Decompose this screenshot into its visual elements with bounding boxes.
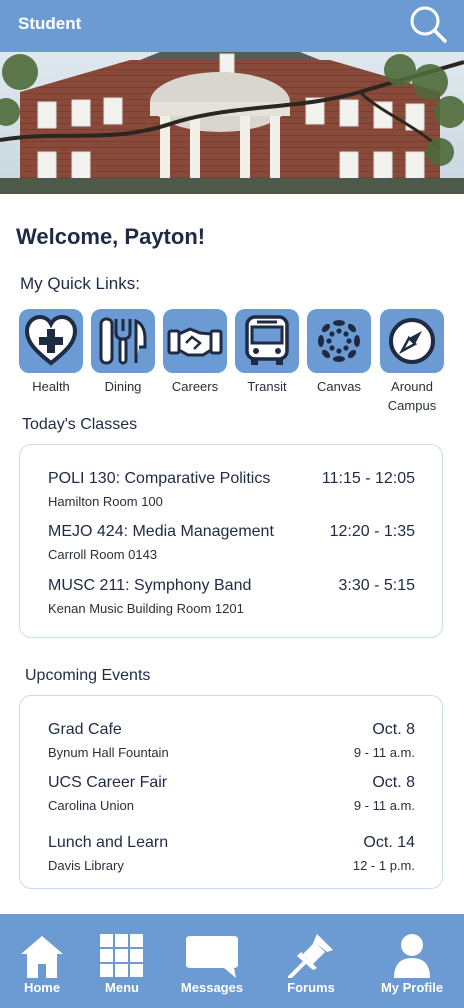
quick-link-dining[interactable]: Dining xyxy=(91,309,155,396)
nav-label: Forums xyxy=(287,980,335,995)
welcome-heading: Welcome, Payton! xyxy=(16,224,206,249)
class-name: MEJO 424: Media Management xyxy=(48,523,274,540)
classes-card: POLI 130: Comparative Politics Hamilton … xyxy=(19,444,443,638)
event-time: 12 - 1 p.m. xyxy=(352,858,415,873)
quick-link-label: Dining xyxy=(104,379,142,394)
quick-link-label: Around Campus xyxy=(387,379,437,413)
class-time: 3:30 - 5:15 xyxy=(338,577,416,594)
events-card: Grad Cafe Bynum Hall Fountain Oct. 8 9 -… xyxy=(19,695,443,889)
quick-link-careers[interactable]: Careers xyxy=(163,309,227,396)
canvas-logo-icon xyxy=(318,320,360,362)
quick-link-transit[interactable]: Transit xyxy=(235,309,299,396)
event-date: Oct. 14 xyxy=(363,834,415,851)
class-location: Carroll Room 0143 xyxy=(48,547,158,562)
compass-icon xyxy=(389,318,435,364)
nav-forums[interactable]: Forums xyxy=(276,914,346,1008)
nav-label: My Profile xyxy=(380,980,444,995)
event-time: 9 - 11 a.m. xyxy=(353,798,415,813)
quick-link-label: Health xyxy=(32,379,70,394)
bottom-nav: Home Menu Messages Forums My Profile xyxy=(0,914,464,1008)
app-header: Student xyxy=(0,0,464,52)
class-name: POLI 130: Comparative Politics xyxy=(48,470,271,487)
search-icon[interactable] xyxy=(406,4,450,44)
home-icon xyxy=(21,936,63,978)
quick-link-label: Canvas xyxy=(316,379,362,394)
event-location: Bynum Hall Fountain xyxy=(48,745,169,760)
user-icon xyxy=(394,934,430,978)
quick-link-label: Transit xyxy=(247,379,287,394)
class-location: Hamilton Room 100 xyxy=(48,494,163,509)
todays-classes-title: Today's Classes xyxy=(22,416,138,433)
class-name: MUSC 211: Symphony Band xyxy=(48,577,252,594)
nav-home[interactable]: Home xyxy=(10,914,74,1008)
class-time: 11:15 - 12:05 xyxy=(321,470,415,487)
pin-icon xyxy=(288,934,333,978)
event-location: Davis Library xyxy=(48,858,124,873)
header-title: Student xyxy=(18,14,82,33)
event-name: UCS Career Fair xyxy=(48,774,168,791)
quick-link-health[interactable]: Health xyxy=(19,309,83,396)
event-time: 9 - 11 a.m. xyxy=(353,745,415,760)
handshake-icon xyxy=(167,327,223,357)
nav-label: Home xyxy=(23,980,61,995)
fork-knife-icon xyxy=(99,317,147,365)
chat-bubble-icon xyxy=(186,936,238,978)
quick-link-canvas[interactable]: Canvas xyxy=(307,309,371,396)
event-location: Carolina Union xyxy=(48,798,134,813)
quick-link-label: Careers xyxy=(171,379,219,394)
nav-label: Menu xyxy=(105,980,139,995)
quick-links-title: My Quick Links: xyxy=(20,274,140,293)
upcoming-events-title: Upcoming Events xyxy=(25,667,151,684)
event-name: Lunch and Learn xyxy=(48,834,169,851)
nav-label: Messages xyxy=(180,980,244,995)
nav-menu[interactable]: Menu xyxy=(90,914,154,1008)
campus-hero-image xyxy=(0,52,464,194)
class-location: Kenan Music Building Room 1201 xyxy=(48,601,244,616)
nav-my-profile[interactable]: My Profile xyxy=(374,914,450,1008)
event-name: Grad Cafe xyxy=(48,721,122,738)
grid-icon xyxy=(100,934,143,977)
event-date: Oct. 8 xyxy=(372,774,415,791)
bus-icon xyxy=(245,315,289,365)
quick-link-around-campus[interactable]: Around Campus xyxy=(380,309,444,415)
nav-messages[interactable]: Messages xyxy=(172,914,252,1008)
event-date: Oct. 8 xyxy=(372,721,415,738)
heart-plus-icon xyxy=(24,314,78,366)
class-time: 12:20 - 1:35 xyxy=(329,523,415,540)
